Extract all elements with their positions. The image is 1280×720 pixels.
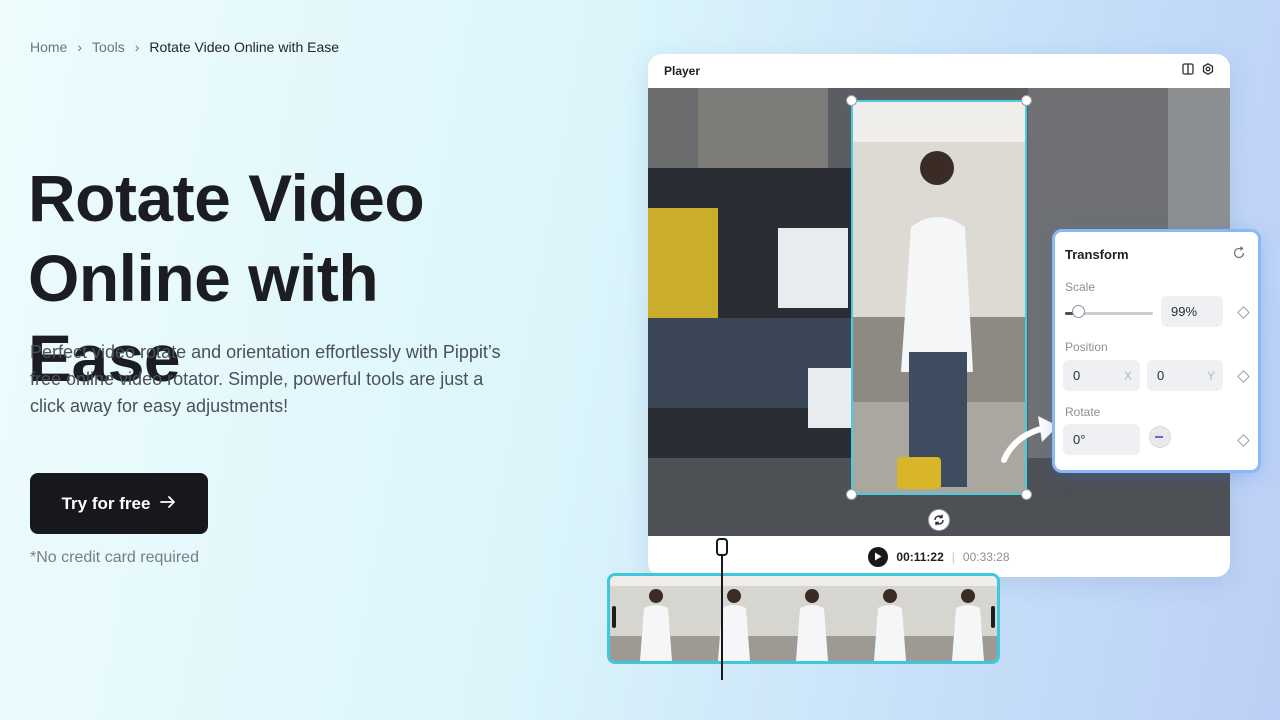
timeline-thumbnail	[844, 576, 924, 661]
breadcrumb-tools[interactable]: Tools	[92, 39, 125, 55]
scale-value: 99%	[1171, 304, 1198, 319]
player-icons	[1182, 62, 1214, 80]
transform-panel: Transform Scale 99% Position 0 X 0 Y Rot…	[1052, 229, 1261, 473]
video-timeline[interactable]	[607, 573, 1000, 664]
total-time: 00:33:28	[962, 549, 1010, 564]
playhead-line	[721, 545, 723, 680]
no-credit-card-note: *No credit card required	[30, 549, 199, 566]
hero-description: Perfect video rotate and orientation eff…	[30, 342, 501, 416]
x-axis-label: X	[1123, 368, 1132, 383]
breadcrumb-home[interactable]: Home	[30, 39, 67, 55]
play-icon	[875, 552, 882, 561]
position-y-value: 0	[1157, 368, 1165, 383]
resize-handle-bottom-right[interactable]	[1021, 489, 1032, 500]
timeline-thumbnail	[922, 576, 997, 661]
rotate-handle[interactable]	[928, 509, 950, 531]
rotate-input[interactable]: 0°	[1063, 424, 1140, 455]
rotate-keyframe-icon[interactable]	[1237, 434, 1250, 447]
arrow-right-icon	[160, 493, 176, 514]
time-separator: |	[951, 549, 955, 564]
settings-icon[interactable]	[1202, 62, 1214, 80]
rotate-icon	[934, 514, 944, 526]
position-y-input[interactable]: 0 Y	[1147, 360, 1223, 391]
trim-handle-left[interactable]	[612, 606, 616, 628]
trim-handle-right[interactable]	[991, 606, 995, 628]
resize-handle-top-left[interactable]	[846, 95, 857, 106]
timeline-thumbnail	[688, 576, 768, 661]
player-header: Player	[648, 54, 1230, 88]
position-keyframe-icon[interactable]	[1237, 370, 1250, 383]
scale-keyframe-icon[interactable]	[1237, 306, 1250, 319]
layout-icon[interactable]	[1182, 62, 1194, 80]
resize-handle-bottom-left[interactable]	[846, 489, 857, 500]
scale-input[interactable]: 99%	[1161, 296, 1223, 327]
reset-icon[interactable]	[1232, 246, 1246, 260]
breadcrumb-separator: ›	[77, 39, 83, 55]
rotate-label: Rotate	[1065, 405, 1101, 419]
player-title: Player	[664, 64, 701, 78]
timeline-thumbnail	[766, 576, 846, 661]
transform-title: Transform	[1065, 247, 1129, 262]
playhead-handle[interactable]	[716, 538, 728, 556]
position-label: Position	[1065, 340, 1108, 354]
breadcrumb-separator: ›	[134, 39, 140, 55]
timeline-thumbnail	[610, 576, 690, 661]
current-time: 00:11:22	[896, 549, 944, 564]
breadcrumb-current: Rotate Video Online with Ease	[149, 39, 340, 55]
y-axis-label: Y	[1206, 368, 1215, 383]
play-button[interactable]	[868, 546, 889, 567]
position-x-input[interactable]: 0 X	[1063, 360, 1140, 391]
resize-handle-top-right[interactable]	[1021, 95, 1032, 106]
rotate-value: 0°	[1073, 432, 1086, 447]
try-for-free-button[interactable]: Try for free	[30, 473, 208, 534]
title-line-1: Rotate Video	[28, 161, 425, 235]
scale-slider-knob[interactable]	[1072, 305, 1086, 318]
breadcrumb: Home › Tools › Rotate Video Online with …	[30, 39, 339, 55]
scale-label: Scale	[1065, 280, 1096, 294]
position-x-value: 0	[1073, 368, 1081, 383]
playback-controls: 00:11:22 | 00:33:28	[648, 536, 1230, 577]
curved-arrow-icon	[1001, 416, 1058, 463]
rotate-dial[interactable]	[1149, 426, 1171, 448]
cta-label: Try for free	[61, 493, 151, 513]
